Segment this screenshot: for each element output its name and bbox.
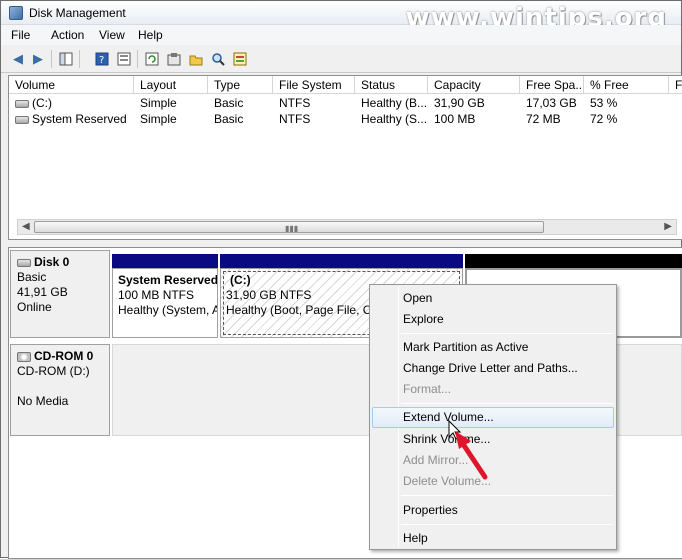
menu-file[interactable]: File — [11, 28, 30, 42]
title-bar[interactable]: Disk Management www.wintips.org — [1, 1, 681, 33]
column-volume[interactable]: Volume — [9, 76, 134, 94]
horizontal-scrollbar[interactable]: ◀ ▮▮▮ ▶ — [17, 219, 677, 235]
table-row[interactable]: System Reserved Simple Basic NTFS Health… — [9, 112, 682, 128]
help-icon[interactable]: ? — [93, 50, 111, 68]
disk-type: Basic — [17, 270, 47, 284]
cdrom-type: CD-ROM (D:) — [17, 364, 90, 378]
row-volume: System Reserved — [32, 112, 127, 126]
disk-icon — [17, 258, 31, 267]
menu-separator — [401, 524, 613, 525]
annotation-arrow-icon — [448, 419, 488, 480]
row-layout: Simple — [140, 96, 177, 110]
drive-icon — [15, 115, 29, 124]
volume-list: Volume Layout Type File System Status Ca… — [8, 75, 682, 240]
column-type[interactable]: Type — [208, 76, 273, 94]
menu-item-mark-partition-active[interactable]: Mark Partition as Active — [372, 337, 614, 358]
column-percent-free[interactable]: % Free — [584, 76, 669, 94]
back-arrow-icon[interactable]: ◀ — [9, 50, 27, 68]
scrollbar-thumb[interactable]: ▮▮▮ — [34, 221, 544, 233]
disk-management-icon — [9, 6, 23, 20]
row-capacity: 100 MB — [434, 112, 476, 126]
properties-icon[interactable] — [115, 50, 133, 68]
partition-bar-system-reserved — [112, 254, 218, 268]
column-free-space[interactable]: Free Spa... — [520, 76, 584, 94]
menu-bar: File Action View Help — [1, 25, 681, 45]
export-icon[interactable] — [231, 50, 249, 68]
partition-name: System Reserved — [118, 273, 218, 287]
disk-name: Disk 0 — [34, 255, 70, 269]
partition-bar-c — [220, 254, 463, 268]
forward-arrow-icon[interactable]: ▶ — [29, 50, 47, 68]
cd-drive-icon — [17, 351, 31, 362]
menu-separator — [401, 403, 613, 404]
row-file-system: NTFS — [279, 112, 311, 126]
disk-state: Online — [17, 300, 52, 314]
menu-separator — [401, 495, 613, 496]
row-status: Healthy (B... — [361, 96, 428, 110]
cdrom-name: CD-ROM 0 — [34, 349, 94, 363]
refresh-icon[interactable] — [143, 50, 161, 68]
open-icon[interactable] — [187, 50, 205, 68]
row-volume: (C:) — [32, 96, 52, 110]
row-type: Basic — [214, 96, 244, 110]
row-status: Healthy (S... — [361, 112, 428, 126]
menu-item-change-drive-letter[interactable]: Change Drive Letter and Paths... — [372, 358, 614, 379]
column-capacity[interactable]: Capacity — [428, 76, 520, 94]
table-row[interactable]: (C:) Simple Basic NTFS Healthy (B... 31,… — [9, 96, 682, 112]
svg-text:?: ? — [99, 55, 104, 66]
settings-icon[interactable] — [165, 50, 183, 68]
menu-separator — [401, 333, 613, 334]
partition-bar-unallocated — [465, 254, 682, 268]
menu-item-open[interactable]: Open — [372, 288, 614, 309]
column-status[interactable]: Status — [355, 76, 428, 94]
column-fault-tolerance[interactable]: F — [669, 76, 682, 94]
menu-action[interactable]: Action — [51, 28, 84, 42]
row-percent-free: 53 % — [590, 96, 618, 110]
partition-system-reserved[interactable]: System Reserved 100 MB NTFS Healthy (Sys… — [112, 268, 218, 338]
volume-list-header: Volume Layout Type File System Status Ca… — [9, 76, 682, 94]
row-free-space: 72 MB — [526, 112, 561, 126]
menu-item-help[interactable]: Help — [372, 528, 614, 549]
toolbar: ◀ ▶ ? — [1, 45, 681, 73]
disk-0-label[interactable]: Disk 0 Basic 41,91 GB Online — [10, 250, 110, 338]
menu-help[interactable]: Help — [138, 28, 163, 42]
menu-item-format[interactable]: Format... — [372, 379, 614, 400]
column-layout[interactable]: Layout — [134, 76, 208, 94]
row-type: Basic — [214, 112, 244, 126]
cdrom-blank — [17, 379, 103, 394]
scroll-right-icon[interactable]: ▶ — [664, 221, 672, 232]
disk-size: 41,91 GB — [17, 285, 68, 299]
row-file-system: NTFS — [279, 96, 311, 110]
grip-icon: ▮▮▮ — [285, 224, 299, 233]
context-menu: Open Explore Mark Partition as Active Ch… — [369, 284, 617, 550]
scroll-left-icon[interactable]: ◀ — [22, 221, 30, 232]
cdrom-media: No Media — [17, 394, 69, 408]
window-title: Disk Management — [29, 6, 126, 20]
partition-status: Healthy (System, A — [118, 303, 218, 317]
partition-size: 100 MB NTFS — [118, 288, 195, 302]
column-file-system[interactable]: File System — [273, 76, 355, 94]
search-icon[interactable] — [209, 50, 227, 68]
console-tree-icon[interactable] — [57, 50, 75, 68]
cdrom-0-label[interactable]: CD-ROM 0 CD-ROM (D:) No Media — [10, 344, 110, 436]
menu-item-properties[interactable]: Properties — [372, 500, 614, 521]
row-capacity: 31,90 GB — [434, 96, 485, 110]
row-free-space: 17,03 GB — [526, 96, 577, 110]
disk-management-window: Disk Management www.wintips.org File Act… — [0, 0, 682, 559]
row-layout: Simple — [140, 112, 177, 126]
row-percent-free: 72 % — [590, 112, 618, 126]
drive-icon — [15, 99, 29, 108]
menu-item-explore[interactable]: Explore — [372, 309, 614, 330]
menu-view[interactable]: View — [99, 28, 125, 42]
